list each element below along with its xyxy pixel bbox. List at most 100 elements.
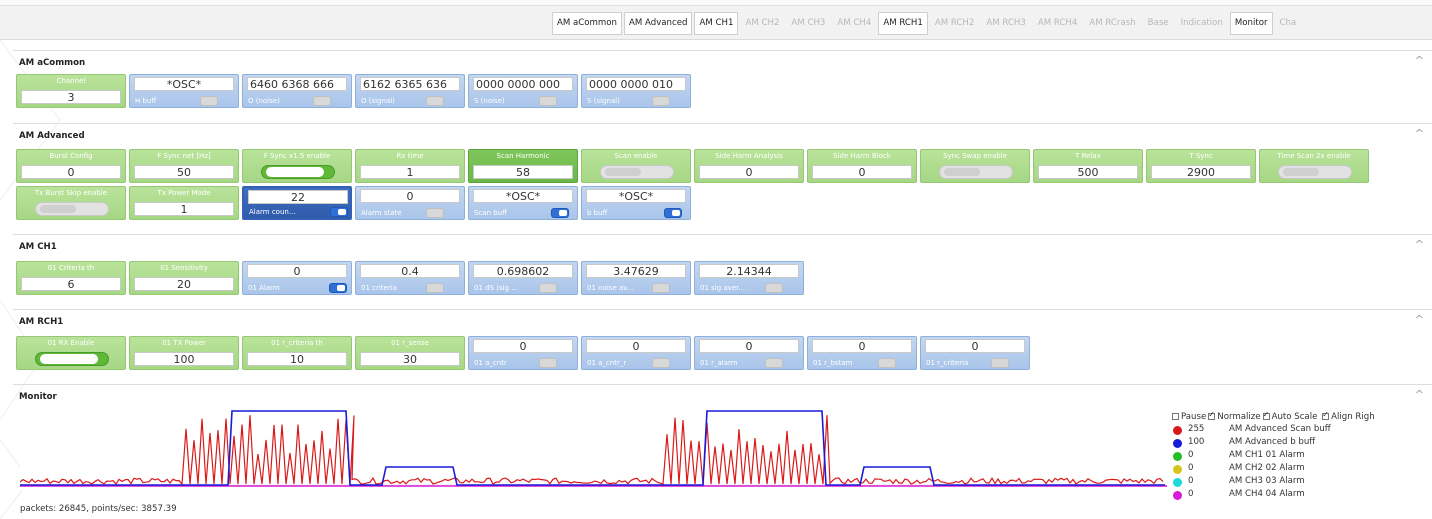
param-sync-swap-enable[interactable]: Sync Swap enable — [920, 149, 1030, 183]
param-side-harm-analysis[interactable]: Side Harm Analysis 0 — [694, 149, 804, 183]
param-scan-buff[interactable]: *OSC* Scan buff — [468, 186, 578, 220]
tab-am-acommon[interactable]: AM aCommon — [552, 12, 622, 35]
param-toggle[interactable] — [664, 208, 682, 218]
param-01-a-cntr-r[interactable]: 0 01 a_cntr_r — [581, 336, 691, 370]
tab-am-rch1[interactable]: AM RCH1 — [878, 12, 928, 35]
param-s-signal[interactable]: 0000 0000 010 S (signal) — [581, 74, 691, 108]
param-toggle[interactable] — [539, 358, 557, 368]
toggle-switch-off[interactable] — [600, 165, 674, 179]
param-value-field[interactable]: 0 — [586, 339, 686, 353]
param-side-harm-block[interactable]: Side Harm Block 0 — [807, 149, 917, 183]
param-s-noise[interactable]: 0000 0000 000 S (noise) — [468, 74, 578, 108]
param-toggle[interactable] — [426, 283, 444, 293]
param-value-field[interactable]: 0.698602 — [473, 264, 573, 278]
param-value-field[interactable]: 6460 6368 666 — [247, 77, 347, 91]
param-value-field[interactable]: 30 — [360, 352, 460, 366]
param-value-field[interactable]: 2.14344 — [699, 264, 799, 278]
collapse-icon[interactable]: ^ — [1415, 238, 1424, 251]
param-toggle[interactable] — [551, 208, 569, 218]
param-scan-harmonic[interactable]: Scan Harmonic 58 — [468, 149, 578, 183]
param-value-field[interactable]: 500 — [1038, 165, 1138, 179]
param-value-field[interactable]: 0 — [21, 165, 121, 179]
param-value-field[interactable]: 3 — [21, 90, 121, 104]
param-value-field[interactable]: 0 — [473, 339, 573, 353]
tab-am-rch3[interactable]: AM RCH3 — [981, 12, 1031, 35]
toggle-switch-on[interactable] — [35, 352, 109, 366]
param-01-alarm[interactable]: 0 01 Alarm — [242, 261, 352, 295]
param-toggle[interactable] — [539, 283, 557, 293]
param-01-criteria-th[interactable]: 01 Criteria th 6 — [16, 261, 126, 295]
param-value-field[interactable]: 0 — [699, 165, 799, 179]
align-right-checkbox[interactable] — [1322, 410, 1330, 420]
param-value-field[interactable]: 22 — [248, 190, 348, 204]
tab-am-rch4[interactable]: AM RCH4 — [1033, 12, 1083, 35]
toggle-switch-on[interactable] — [261, 165, 335, 179]
tab-base[interactable]: Base — [1143, 12, 1174, 35]
param-01-a-cntr[interactable]: 0 01 a_cntr — [468, 336, 578, 370]
param-value-field[interactable]: 6 — [21, 277, 121, 291]
param-01-r-alarm[interactable]: 0 01 r_alarm — [694, 336, 804, 370]
param-value-field[interactable]: 100 — [134, 352, 234, 366]
normalize-checkbox[interactable] — [1208, 410, 1216, 420]
toggle-switch-off[interactable] — [1278, 165, 1352, 179]
param-toggle[interactable] — [652, 283, 670, 293]
param-b-buff[interactable]: *OSC* b buff — [581, 186, 691, 220]
param-f-sync-net[interactable]: F Sync net [Hz] 50 — [129, 149, 239, 183]
tab-am-rch2[interactable]: AM RCH2 — [930, 12, 980, 35]
param-toggle[interactable] — [426, 96, 444, 106]
param-toggle[interactable] — [765, 358, 783, 368]
param-scan-enable[interactable]: Scan enable — [581, 149, 691, 183]
tab-cha[interactable]: Cha — [1275, 12, 1302, 35]
param-o-signal[interactable]: 6162 6365 636 O (signal) — [355, 74, 465, 108]
param-toggle[interactable] — [878, 358, 896, 368]
collapse-icon[interactable]: ^ — [1415, 54, 1424, 67]
tab-am-advanced[interactable]: AM Advanced — [624, 12, 693, 35]
param-value-field[interactable]: 3.47629 — [586, 264, 686, 278]
tab-am-ch4[interactable]: AM CH4 — [832, 12, 876, 35]
param-value-field[interactable]: 0 — [360, 189, 460, 203]
param-o-noise[interactable]: 6460 6368 666 O (noise) — [242, 74, 352, 108]
param-value-field[interactable]: 20 — [134, 277, 234, 291]
param-value-field[interactable]: 10 — [247, 352, 347, 366]
tab-monitor[interactable]: Monitor — [1229, 12, 1273, 35]
param-channel[interactable]: Channel 3 — [16, 74, 126, 108]
param-toggle[interactable] — [539, 96, 557, 106]
param-rx-time[interactable]: Rx time 1 — [355, 149, 465, 183]
param-value-field[interactable]: 0000 0000 010 — [586, 77, 686, 91]
param-value-field[interactable]: 0 — [812, 339, 912, 353]
param-toggle[interactable] — [330, 207, 348, 217]
param-toggle[interactable] — [426, 208, 444, 218]
tab-indication[interactable]: Indication — [1176, 12, 1228, 35]
param-01-noise-av[interactable]: 3.47629 01 noise av... — [581, 261, 691, 295]
param-value-field[interactable]: 2900 — [1151, 165, 1251, 179]
tab-am-rcrash[interactable]: AM RCrash — [1084, 12, 1140, 35]
param-t-relax[interactable]: T Relax 500 — [1033, 149, 1143, 183]
param-value-field[interactable]: *OSC* — [134, 77, 234, 91]
param-t-sync[interactable]: T Sync 2900 — [1146, 149, 1256, 183]
param-value-field[interactable]: 0.4 — [360, 264, 460, 278]
toggle-switch-off[interactable] — [35, 202, 109, 216]
param-toggle[interactable] — [313, 96, 331, 106]
param-alarm-state[interactable]: 0 Alarm state — [355, 186, 465, 220]
param-value-field[interactable]: 1 — [360, 165, 460, 179]
param-value-field[interactable]: *OSC* — [473, 189, 573, 203]
param-01-rx-enable[interactable]: 01 RX Enable — [16, 336, 126, 370]
collapse-icon[interactable]: ^ — [1415, 313, 1424, 326]
param-toggle[interactable] — [200, 96, 218, 106]
collapse-icon[interactable]: ^ — [1415, 388, 1424, 401]
param-value-field[interactable]: 1 — [134, 202, 234, 216]
param-toggle[interactable] — [991, 358, 1009, 368]
param-tx-burst-skip-enable[interactable]: Tx Burst Skip enable — [16, 186, 126, 220]
param-01-r-criteria[interactable]: 0 01 r_criteria — [920, 336, 1030, 370]
param-toggle[interactable] — [652, 96, 670, 106]
toggle-switch-off[interactable] — [939, 165, 1013, 179]
param-01-r-sense[interactable]: 01 r_sense 30 — [355, 336, 465, 370]
param-value-field[interactable]: 58 — [473, 165, 573, 179]
tab-am-ch2[interactable]: AM CH2 — [740, 12, 784, 35]
param-burst-config[interactable]: Burst Config 0 — [16, 149, 126, 183]
tab-am-ch3[interactable]: AM CH3 — [786, 12, 830, 35]
param-value-field[interactable]: 0 — [812, 165, 912, 179]
tab-am-ch1[interactable]: AM CH1 — [694, 12, 739, 35]
param-value-field[interactable]: *OSC* — [586, 189, 686, 203]
param-h-buff[interactable]: *OSC* H buff — [129, 74, 239, 108]
